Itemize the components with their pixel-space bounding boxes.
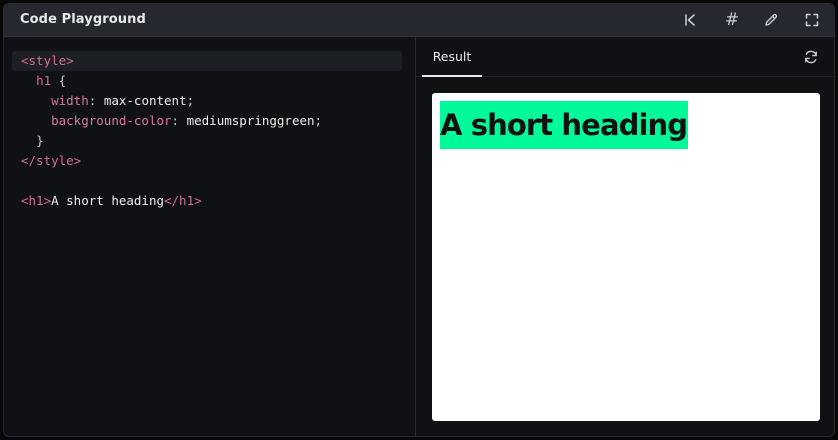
- pencil-icon: [765, 13, 778, 26]
- code-selector-token: h1: [36, 73, 52, 88]
- code-tag-token: <style>: [21, 53, 74, 68]
- code-line[interactable]: [12, 171, 402, 191]
- refresh-icon: [805, 50, 817, 64]
- code-tag-token: </style>: [21, 153, 82, 168]
- code-value-token: max-content: [103, 93, 187, 108]
- tab-result[interactable]: Result: [422, 37, 482, 77]
- result-pane: Result A short heading: [416, 37, 834, 436]
- reset-button[interactable]: [678, 8, 702, 32]
- code-tag-token: <h1>: [21, 193, 52, 208]
- refresh-button[interactable]: [800, 46, 822, 68]
- code-content[interactable]: <style> h1 { width: max-content; backgro…: [12, 51, 402, 211]
- code-punctuation-token: {: [51, 73, 67, 88]
- code-text-token: A short heading: [51, 193, 164, 208]
- preview-heading: A short heading: [440, 101, 689, 149]
- reset-icon: [685, 14, 695, 26]
- code-punctuation-token: :: [171, 113, 187, 128]
- code-line[interactable]: background-color: mediumspringgreen;: [12, 111, 402, 131]
- code-punctuation-token: ;: [314, 113, 323, 128]
- code-value-token: mediumspringgreen: [186, 113, 315, 128]
- code-line[interactable]: h1 {: [12, 71, 402, 91]
- code-editor[interactable]: <style> h1 { width: max-content; backgro…: [4, 37, 416, 436]
- code-playground: Code Playground # <style> h1 { width: ma…: [3, 3, 835, 437]
- fullscreen-button[interactable]: [800, 8, 824, 32]
- code-punctuation-token: }: [36, 133, 44, 148]
- code-punctuation-token: :: [88, 93, 104, 108]
- code-line[interactable]: <h1>A short heading</h1>: [12, 191, 402, 211]
- code-property-token: background-color: [51, 113, 172, 128]
- result-preview-frame: A short heading: [432, 93, 820, 421]
- code-line[interactable]: </style>: [12, 151, 402, 171]
- fullscreen-icon: [805, 13, 819, 27]
- code-punctuation-token: ;: [186, 93, 195, 108]
- code-property-token: width: [51, 93, 89, 108]
- code-tag-token: </h1>: [164, 193, 202, 208]
- playground-header: Code Playground #: [4, 4, 834, 37]
- code-line[interactable]: width: max-content;: [12, 91, 402, 111]
- edit-button[interactable]: [759, 8, 783, 32]
- hash-icon: #: [724, 9, 740, 30]
- format-button[interactable]: #: [720, 8, 744, 32]
- code-line[interactable]: <style>: [12, 51, 402, 71]
- playground-title: Code Playground: [20, 12, 146, 27]
- result-tab-bar: Result: [416, 37, 834, 77]
- code-line[interactable]: }: [12, 131, 402, 151]
